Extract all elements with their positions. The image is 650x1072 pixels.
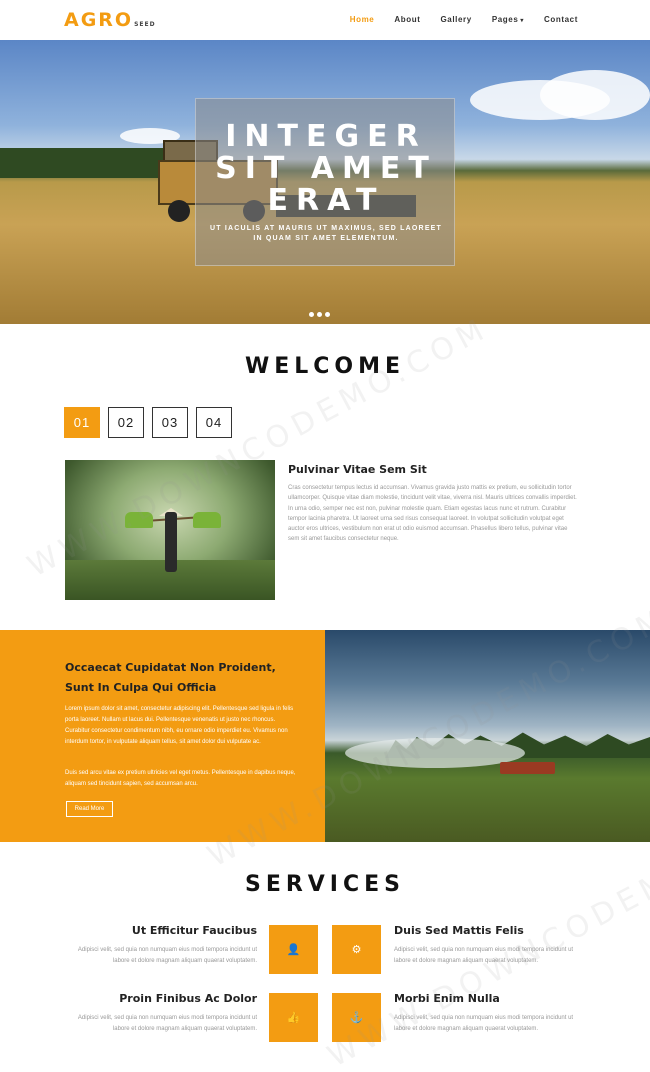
- cloud: [540, 70, 650, 120]
- hero-title: INTEGER SIT AMET ERAT: [215, 119, 437, 218]
- nav-pages[interactable]: Pages ▾: [492, 15, 524, 24]
- farmer-image: [65, 460, 275, 600]
- service-anchor-button[interactable]: ⚓: [332, 993, 381, 1042]
- read-more-button[interactable]: Read More: [66, 801, 113, 817]
- thumbs-up-icon: 👍: [286, 1012, 301, 1024]
- service-user-button[interactable]: 👤: [269, 925, 318, 974]
- slider-dot-3[interactable]: [325, 312, 330, 317]
- service-3-text: Adipisci velit, sed quia non numquam eiu…: [77, 1015, 257, 1032]
- nav-gallery[interactable]: Gallery: [440, 15, 471, 24]
- logo-text: AGRO: [64, 9, 134, 31]
- service-1-text: Adipisci velit, sed quia non numquam eiu…: [77, 947, 257, 964]
- nav-about[interactable]: About: [394, 15, 420, 24]
- welcome-tabs: 01 02 03 04: [64, 407, 232, 438]
- service-gear-button[interactable]: ⚙: [332, 925, 381, 974]
- nav-contact[interactable]: Contact: [544, 15, 578, 24]
- hero-subtitle: UT IACULIS AT MAURIS UT MAXIMUS, SED LAO…: [209, 225, 443, 242]
- nav-pages-label: Pages: [491, 15, 519, 24]
- welcome-body: Cras consectetur tempus lectus id accums…: [288, 485, 577, 543]
- tab-02[interactable]: 02: [108, 407, 144, 438]
- logo-subtext: SEED: [134, 21, 156, 28]
- tab-03[interactable]: 03: [152, 407, 188, 438]
- service-4-title: Morbi Enim Nulla: [394, 992, 500, 1005]
- feature-para-2: Duis sed arcu vitae ex pretium ultricies…: [65, 770, 296, 787]
- site-logo[interactable]: AGROSEED: [64, 9, 156, 31]
- tab-04[interactable]: 04: [196, 407, 232, 438]
- slider-dot-2[interactable]: [317, 312, 322, 317]
- service-2-title: Duis Sed Mattis Felis: [394, 924, 524, 937]
- welcome-heading: Pulvinar Vitae Sem Sit: [288, 463, 427, 476]
- service-1-title: Ut Efficitur Faucibus: [131, 924, 257, 937]
- gear-icon: ⚙: [351, 944, 362, 956]
- nav-home[interactable]: Home: [350, 15, 375, 24]
- hero-caption-box: INTEGER SIT AMET ERAT UT IACULIS AT MAUR…: [195, 98, 455, 266]
- chevron-down-icon: ▾: [520, 18, 525, 24]
- top-navbar: AGROSEED Home About Gallery Pages ▾ Conta…: [0, 0, 650, 40]
- slider-dots: [309, 312, 330, 317]
- feature-heading: Occaecat Cupidatat Non Proident, Sunt In…: [65, 661, 276, 694]
- anchor-icon: ⚓: [349, 1012, 364, 1024]
- field-image: [325, 630, 650, 842]
- main-menu: Home About Gallery Pages ▾ Contact: [330, 15, 578, 24]
- service-3-title: Proin Finibus Ac Dolor: [119, 992, 257, 1005]
- user-icon: 👤: [286, 944, 301, 956]
- slider-dot-1[interactable]: [309, 312, 314, 317]
- feature-para-1: Lorem ipsum dolor sit amet, consectetur …: [65, 706, 294, 745]
- tab-01[interactable]: 01: [64, 407, 100, 438]
- service-2-text: Adipisci velit, sed quia non numquam eiu…: [394, 947, 574, 964]
- service-4-text: Adipisci velit, sed quia non numquam eiu…: [394, 1015, 574, 1032]
- hero-slider: INTEGER SIT AMET ERAT UT IACULIS AT MAUR…: [0, 40, 650, 324]
- services-title: SERVICES: [244, 872, 406, 897]
- welcome-title: WELCOME: [244, 354, 406, 379]
- service-thumbs-up-button[interactable]: 👍: [269, 993, 318, 1042]
